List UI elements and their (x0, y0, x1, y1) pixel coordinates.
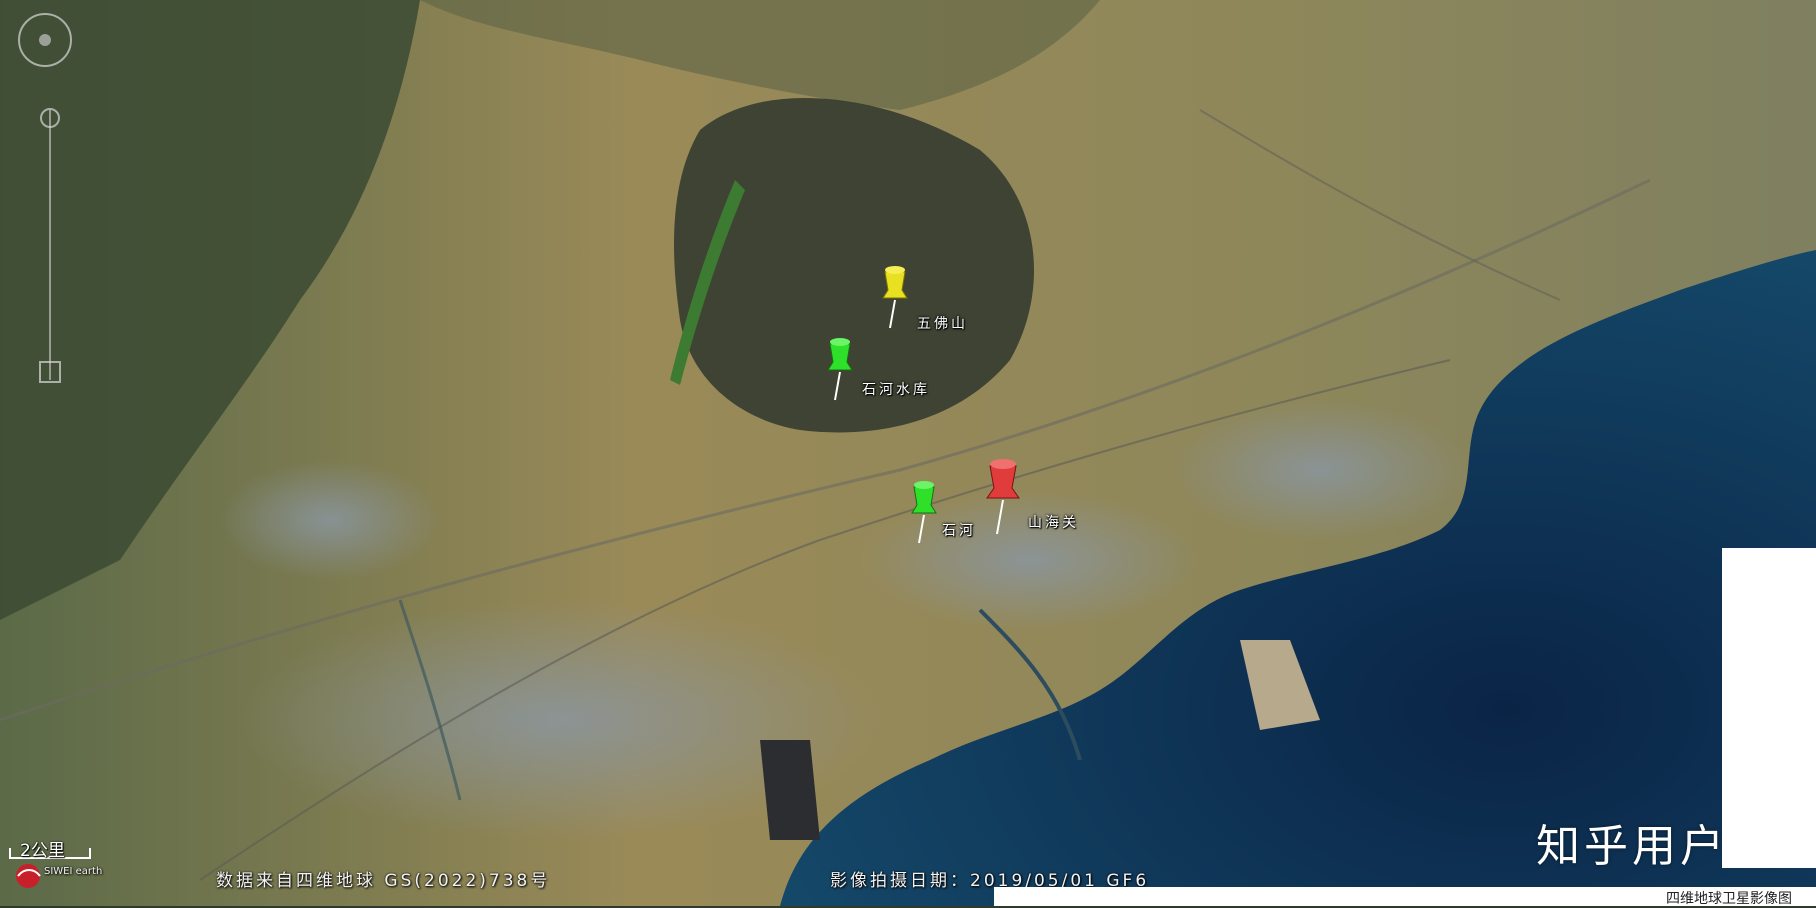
right-side-panel (1722, 548, 1816, 868)
siwei-logo (16, 864, 41, 888)
compass-center (39, 34, 51, 46)
map-caption: 四维地球卫星影像图 (1666, 891, 1792, 907)
urban-area-west (220, 460, 440, 580)
port-pier (760, 740, 820, 840)
data-source-text: 数据来自四维地球 GS(2022)738号 (216, 871, 551, 891)
satellite-map[interactable] (0, 0, 1816, 906)
zhihu-watermark: 知乎用户 (1536, 821, 1728, 872)
siwei-logo-text: SIWEI earth (44, 866, 103, 877)
marker-label-shanhaiguan: 山海关 (1028, 515, 1079, 531)
marker-label-wufoshan: 五佛山 (917, 316, 968, 332)
marker-label-shihe-reservoir: 石河水库 (862, 382, 930, 398)
marker-label-shihe: 石河 (942, 523, 976, 539)
scale-bar-label: 2公里 (20, 841, 65, 861)
